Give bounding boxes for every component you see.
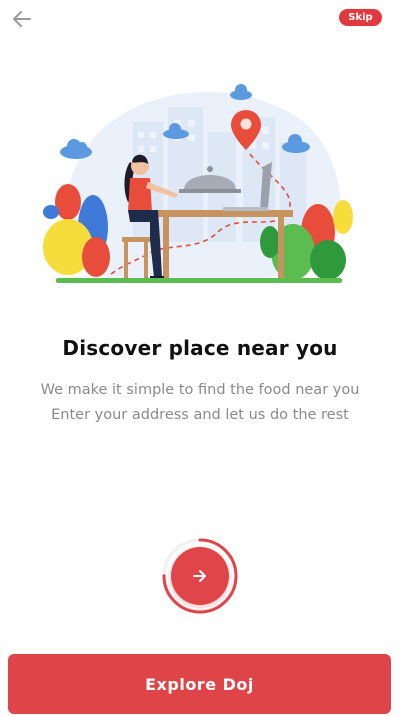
arrow-right-icon <box>193 570 206 582</box>
explore-button[interactable]: Explore Doj <box>8 654 391 714</box>
back-button[interactable] <box>10 6 36 32</box>
description-line-1: We make it simple to find the food near … <box>40 382 360 398</box>
next-button-wrapper <box>160 536 240 616</box>
skip-button[interactable]: Skip <box>339 9 382 26</box>
next-button[interactable] <box>171 547 229 605</box>
description-line-2: Enter your address and let us do the res… <box>51 407 349 423</box>
onboarding-illustration <box>43 84 353 283</box>
page-title: Discover place near you <box>62 336 338 360</box>
arrow-left-icon <box>13 11 31 27</box>
description: We make it simple to find the food near … <box>0 378 400 428</box>
